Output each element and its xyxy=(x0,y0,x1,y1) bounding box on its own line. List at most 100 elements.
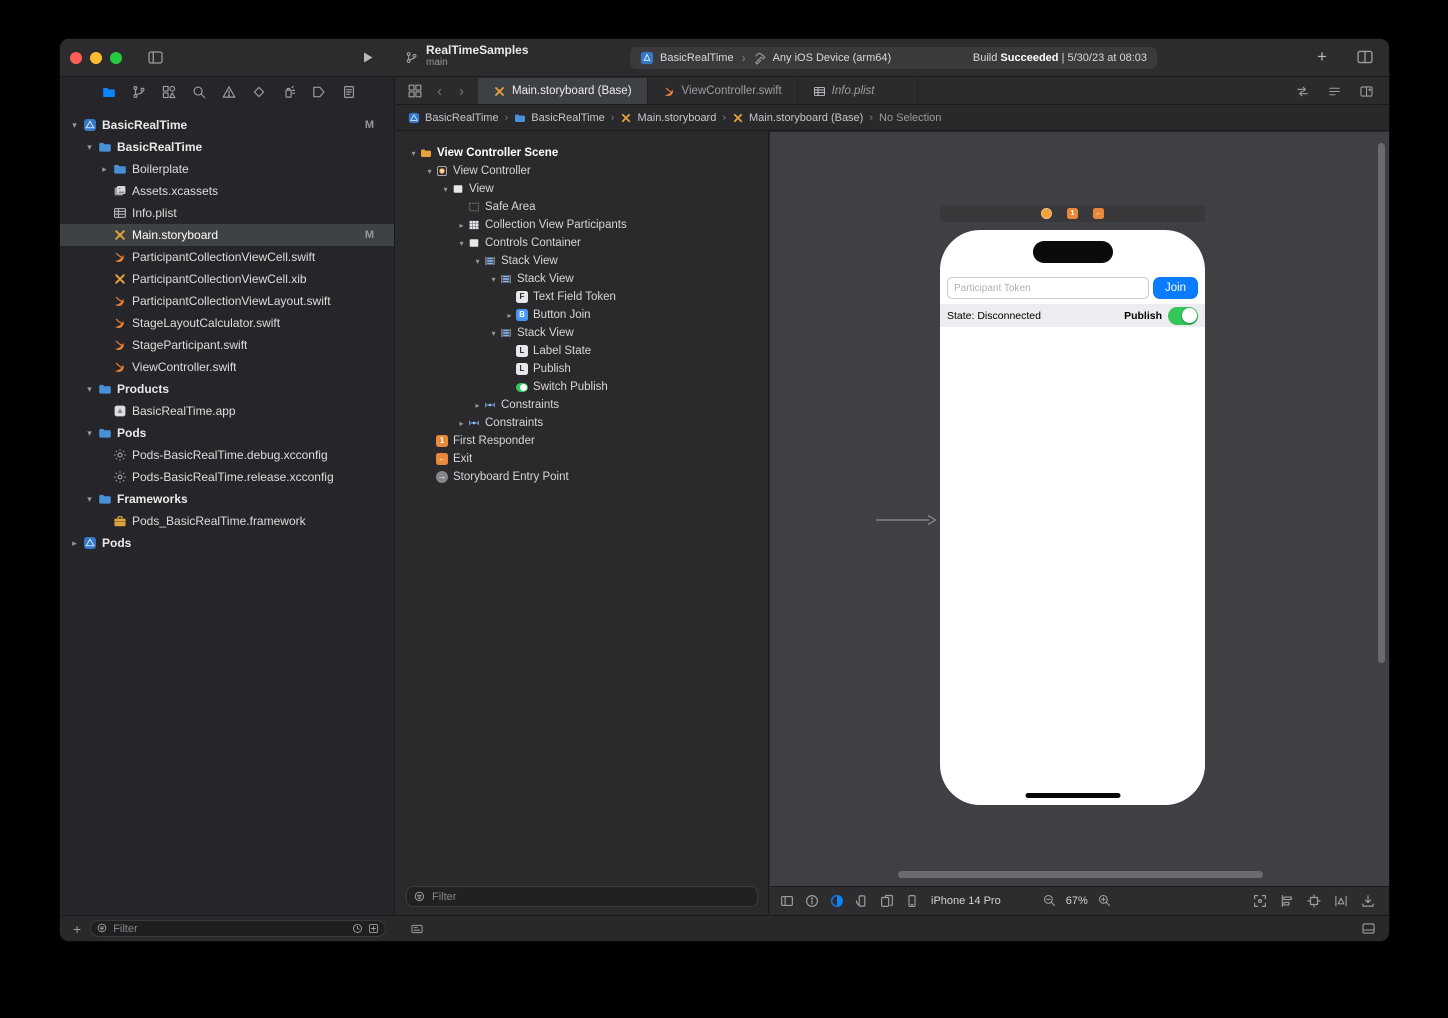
disclosure-chevron[interactable]: ▾ xyxy=(83,142,96,153)
disclosure-chevron[interactable]: ▸ xyxy=(504,311,515,320)
resolve-icon[interactable] xyxy=(1334,894,1348,908)
project-navigator-icon[interactable] xyxy=(102,85,116,99)
disclosure-chevron[interactable]: ▾ xyxy=(424,167,435,176)
zoom-in-icon[interactable] xyxy=(1098,894,1111,907)
disclosure-chevron[interactable]: ▾ xyxy=(488,329,499,338)
file-row[interactable]: Main.storyboardM xyxy=(60,224,394,246)
outline-row[interactable]: Switch Publish xyxy=(396,378,768,396)
iphone-design-canvas[interactable]: Join State: Disconnected Publish xyxy=(940,230,1205,805)
first-responder-icon[interactable]: 1 xyxy=(1067,208,1078,219)
toggle-navigator-icon[interactable] xyxy=(147,50,164,65)
editor-tab[interactable]: ViewController.swift xyxy=(648,78,798,104)
file-row[interactable]: ParticipantCollectionViewCell.swift xyxy=(60,246,394,268)
scene-header-bar[interactable]: 1 ← xyxy=(940,205,1205,222)
publish-switch[interactable] xyxy=(1168,307,1198,325)
find-navigator-icon[interactable] xyxy=(192,85,206,99)
outline-row[interactable]: ▾View Controller xyxy=(396,162,768,180)
disclosure-chevron[interactable]: ▸ xyxy=(456,221,467,230)
disclosure-chevron[interactable]: ▾ xyxy=(440,185,451,194)
outline-row[interactable]: ▸Constraints xyxy=(396,396,768,414)
file-row[interactable]: ParticipantCollectionViewCell.xib xyxy=(60,268,394,290)
editor-tab[interactable]: Main.storyboard (Base) xyxy=(478,78,648,104)
file-row[interactable]: Pods-BasicRealTime.debug.xcconfig xyxy=(60,444,394,466)
disclosure-chevron[interactable]: ▾ xyxy=(83,384,96,395)
file-row[interactable]: BasicRealTime.app xyxy=(60,400,394,422)
disclosure-chevron[interactable]: ▾ xyxy=(472,257,483,266)
run-button[interactable] xyxy=(361,51,374,64)
storyboard-canvas[interactable]: 1 ← Join State: Disconnected Publish xyxy=(770,132,1389,914)
outline-row[interactable]: 1First Responder xyxy=(396,432,768,450)
disclosure-chevron[interactable]: ▸ xyxy=(68,538,81,549)
zoom-level[interactable]: 67% xyxy=(1066,895,1088,907)
outline-row[interactable]: ←Exit xyxy=(396,450,768,468)
symbols-navigator-icon[interactable] xyxy=(162,85,176,99)
add-editor-icon[interactable] xyxy=(1359,85,1374,98)
outline-row[interactable]: ▾View Controller Scene xyxy=(396,144,768,162)
disclosure-chevron[interactable]: ▾ xyxy=(83,428,96,439)
breadcrumb-item[interactable]: Main.storyboard xyxy=(637,112,716,124)
file-row[interactable]: StageParticipant.swift xyxy=(60,334,394,356)
disclosure-chevron[interactable]: ▾ xyxy=(83,494,96,505)
file-row[interactable]: ▾Products xyxy=(60,378,394,400)
forward-icon[interactable]: › xyxy=(457,84,466,99)
filter-scm-icon[interactable] xyxy=(368,923,379,934)
outline-filter-field[interactable]: Filter xyxy=(406,886,758,907)
file-row[interactable]: ▸Boilerplate xyxy=(60,158,394,180)
add-file-button[interactable]: + xyxy=(73,922,81,936)
breadcrumb-item[interactable]: BasicRealTime xyxy=(425,112,499,124)
outline-row[interactable]: ▾View xyxy=(396,180,768,198)
join-button[interactable]: Join xyxy=(1153,277,1198,299)
outline-row[interactable]: ▾Stack View xyxy=(396,252,768,270)
file-row[interactable]: Info.plist xyxy=(60,202,394,224)
code-review-icon[interactable] xyxy=(1295,85,1310,98)
disclosure-chevron[interactable]: ▸ xyxy=(472,401,483,410)
breadcrumb-item[interactable]: BasicRealTime xyxy=(531,112,605,124)
back-icon[interactable]: ‹ xyxy=(435,84,444,99)
breadcrumb-item[interactable]: No Selection xyxy=(879,112,941,124)
outline-row[interactable]: Safe Area xyxy=(396,198,768,216)
embed-icon[interactable] xyxy=(1361,894,1375,908)
editor-tab[interactable]: Info.plist xyxy=(798,78,918,104)
outline-row[interactable]: →Storyboard Entry Point xyxy=(396,468,768,486)
disclosure-chevron[interactable]: ▾ xyxy=(68,120,81,131)
participant-token-input[interactable] xyxy=(947,277,1149,299)
zoom-out-icon[interactable] xyxy=(1043,894,1056,907)
editor-sidebar-icon[interactable] xyxy=(780,894,794,908)
run-destination[interactable]: Any iOS Device (arm64) xyxy=(773,52,892,64)
outline-row[interactable]: ▾Stack View xyxy=(396,270,768,288)
file-row[interactable]: ▾BasicRealTimeM xyxy=(60,114,394,136)
file-row[interactable]: StageLayoutCalculator.swift xyxy=(60,312,394,334)
breadcrumb-item[interactable]: Main.storyboard (Base) xyxy=(749,112,863,124)
editor-options-icon[interactable] xyxy=(1355,49,1375,65)
file-row[interactable]: ▾Pods xyxy=(60,422,394,444)
file-row[interactable]: ▾BasicRealTime xyxy=(60,136,394,158)
outline-row[interactable]: ▾Controls Container xyxy=(396,234,768,252)
outline-row[interactable]: LLabel State xyxy=(396,342,768,360)
outline-row[interactable]: ▾Stack View xyxy=(396,324,768,342)
fullscreen-window-button[interactable] xyxy=(110,52,122,64)
outline-row[interactable]: ▸Constraints xyxy=(396,414,768,432)
appearance-icon[interactable] xyxy=(830,894,844,908)
update-frames-icon[interactable] xyxy=(1253,894,1267,908)
breakpoints-navigator-icon[interactable] xyxy=(312,85,326,99)
show-info-icon[interactable] xyxy=(805,894,819,908)
orientation-icon[interactable] xyxy=(855,894,869,908)
vertical-scrollbar[interactable] xyxy=(1378,143,1385,663)
storyboard-entry-arrow[interactable] xyxy=(876,513,938,525)
file-row[interactable]: Pods_BasicRealTime.framework xyxy=(60,510,394,532)
file-row[interactable]: ▾Frameworks xyxy=(60,488,394,510)
file-row[interactable]: Assets.xcassets xyxy=(60,180,394,202)
minimize-window-button[interactable] xyxy=(90,52,102,64)
file-row[interactable]: ▸Pods xyxy=(60,532,394,554)
disclosure-chevron[interactable]: ▸ xyxy=(456,419,467,428)
outline-row[interactable]: LPublish xyxy=(396,360,768,378)
toggle-debug-area-icon[interactable] xyxy=(1361,922,1376,935)
related-items-icon[interactable] xyxy=(408,84,422,98)
build-status[interactable]: Build Succeeded | 5/30/23 at 08:03 xyxy=(973,52,1147,64)
file-row[interactable]: Pods-BasicRealTime.release.xcconfig xyxy=(60,466,394,488)
disclosure-chevron[interactable]: ▾ xyxy=(408,149,419,158)
device-name[interactable]: iPhone 14 Pro xyxy=(931,895,1001,907)
reports-navigator-icon[interactable] xyxy=(342,85,356,99)
file-row[interactable]: ParticipantCollectionViewLayout.swift xyxy=(60,290,394,312)
close-window-button[interactable] xyxy=(70,52,82,64)
